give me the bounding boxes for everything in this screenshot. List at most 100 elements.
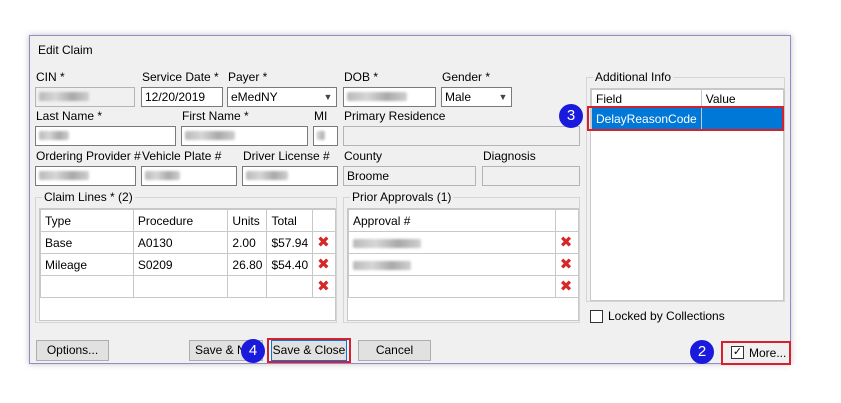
redacted-value [347, 92, 407, 101]
table-row[interactable]: ✖ [348, 231, 580, 254]
locked-by-collections-label: Locked by Collections [608, 309, 725, 323]
vehicle-plate-field[interactable] [141, 166, 237, 186]
delete-icon[interactable]: ✖ [312, 275, 336, 298]
redacted-value [246, 171, 288, 180]
column-header-total[interactable]: Total [266, 209, 314, 232]
options-button[interactable]: Options... [36, 340, 109, 361]
dob-field[interactable] [343, 87, 436, 107]
table-row-new[interactable]: ✖ [40, 275, 336, 298]
primary-residence-label: Primary Residence [344, 109, 446, 123]
payer-label: Payer * [228, 70, 268, 84]
table-row[interactable]: ✖ [348, 253, 580, 276]
cell-type[interactable] [40, 275, 134, 298]
callout-3: 3 [559, 104, 583, 128]
service-date-label: Service Date * [142, 70, 219, 84]
table-header-row: Type Procedure Units Total [40, 209, 336, 232]
diagnosis-label: Diagnosis [483, 149, 536, 163]
ordering-provider-field[interactable] [35, 166, 136, 186]
claim-lines-grid[interactable]: Type Procedure Units Total Base A0130 2.… [39, 208, 336, 321]
column-header-field[interactable]: Field [591, 89, 702, 108]
prior-approvals-table: Approval # ✖ ✖ ✖ [348, 209, 580, 298]
redacted-value [317, 131, 325, 140]
chevron-down-icon: ▼ [498, 92, 508, 102]
redacted-value [353, 238, 421, 248]
primary-residence-field[interactable] [343, 126, 580, 146]
service-date-field[interactable]: 12/20/2019 [141, 87, 223, 107]
mi-field[interactable] [313, 126, 338, 146]
delete-icon[interactable]: ✖ [554, 275, 580, 298]
cin-field[interactable] [35, 87, 135, 107]
cell-total[interactable]: $57.94 [266, 231, 314, 254]
column-header-type[interactable]: Type [40, 209, 134, 232]
delete-icon[interactable]: ✖ [312, 253, 336, 276]
prior-approvals-title: Prior Approvals (1) [350, 190, 454, 204]
more-checkbox[interactable]: ✓ [731, 346, 744, 359]
delete-icon[interactable]: ✖ [312, 231, 336, 254]
prior-approvals-grid[interactable]: Approval # ✖ ✖ ✖ [347, 208, 580, 321]
gender-label: Gender * [442, 70, 491, 84]
redacted-value [39, 92, 89, 101]
delete-icon[interactable]: ✖ [554, 253, 580, 276]
cell-approval[interactable] [348, 275, 556, 298]
chevron-down-icon: ▼ [323, 92, 333, 102]
edit-claim-dialog: Edit Claim CIN * Service Date * 12/20/20… [29, 35, 791, 365]
column-header-units[interactable]: Units [227, 209, 268, 232]
delete-icon[interactable]: ✖ [554, 231, 580, 254]
cell-units[interactable]: 2.00 [227, 231, 268, 254]
last-name-field[interactable] [35, 126, 176, 146]
delay-reason-highlight [587, 106, 784, 131]
first-name-field[interactable] [181, 126, 308, 146]
locked-by-collections-checkbox[interactable] [590, 310, 603, 323]
cell-approval[interactable] [348, 231, 556, 254]
cell-approval[interactable] [348, 253, 556, 276]
diagnosis-field[interactable] [482, 166, 580, 186]
gender-value: Male [445, 90, 472, 104]
ordering-provider-label: Ordering Provider # [36, 149, 141, 163]
payer-select[interactable]: eMedNY ▼ [227, 87, 337, 107]
prior-approvals-group: Prior Approvals (1) Approval # ✖ ✖ ✖ [343, 190, 580, 323]
table-row[interactable]: Mileage S0209 26.80 $54.40 ✖ [40, 253, 336, 276]
column-header-delete [554, 209, 580, 232]
driver-license-label: Driver License # [243, 149, 330, 163]
column-header-procedure[interactable]: Procedure [132, 209, 229, 232]
redacted-value [145, 171, 180, 180]
redacted-value [39, 171, 89, 180]
column-header-approval[interactable]: Approval # [348, 209, 556, 232]
additional-info-title: Additional Info [593, 70, 674, 84]
cell-total[interactable] [266, 275, 314, 298]
cancel-button[interactable]: Cancel [358, 340, 431, 361]
callout-2: 2 [690, 340, 714, 364]
table-row-new[interactable]: ✖ [348, 275, 580, 298]
column-header-delete [312, 209, 336, 232]
last-name-label: Last Name * [36, 109, 103, 123]
column-header-value[interactable]: Value [700, 89, 786, 108]
cell-type[interactable]: Base [40, 231, 134, 254]
save-close-button[interactable]: Save & Close [271, 340, 347, 361]
cell-procedure[interactable]: A0130 [132, 231, 229, 254]
table-row[interactable]: Base A0130 2.00 $57.94 ✖ [40, 231, 336, 254]
redacted-value [353, 260, 411, 270]
vehicle-plate-label: Vehicle Plate # [142, 149, 222, 163]
county-label: County [344, 149, 383, 163]
payer-value: eMedNY [231, 90, 278, 104]
first-name-label: First Name * [182, 109, 249, 123]
table-header-row: Field Value [591, 89, 786, 108]
more-button[interactable]: More... [749, 346, 786, 360]
claim-lines-group: Claim Lines * (2) Type Procedure Units T… [35, 190, 337, 323]
driver-license-field[interactable] [242, 166, 338, 186]
redacted-value [39, 131, 69, 140]
cell-procedure[interactable] [132, 275, 229, 298]
redacted-value [185, 131, 235, 140]
claim-lines-table: Type Procedure Units Total Base A0130 2.… [40, 209, 336, 298]
cell-total[interactable]: $54.40 [266, 253, 314, 276]
county-field[interactable]: Broome [343, 166, 476, 186]
dialog-title: Edit Claim [38, 43, 93, 57]
mi-label: MI [314, 109, 328, 123]
cell-units[interactable]: 26.80 [227, 253, 268, 276]
cell-procedure[interactable]: S0209 [132, 253, 229, 276]
cell-units[interactable] [227, 275, 268, 298]
table-header-row: Approval # [348, 209, 580, 232]
cell-type[interactable]: Mileage [40, 253, 134, 276]
gender-select[interactable]: Male ▼ [441, 87, 512, 107]
claim-lines-title: Claim Lines * (2) [42, 190, 135, 204]
